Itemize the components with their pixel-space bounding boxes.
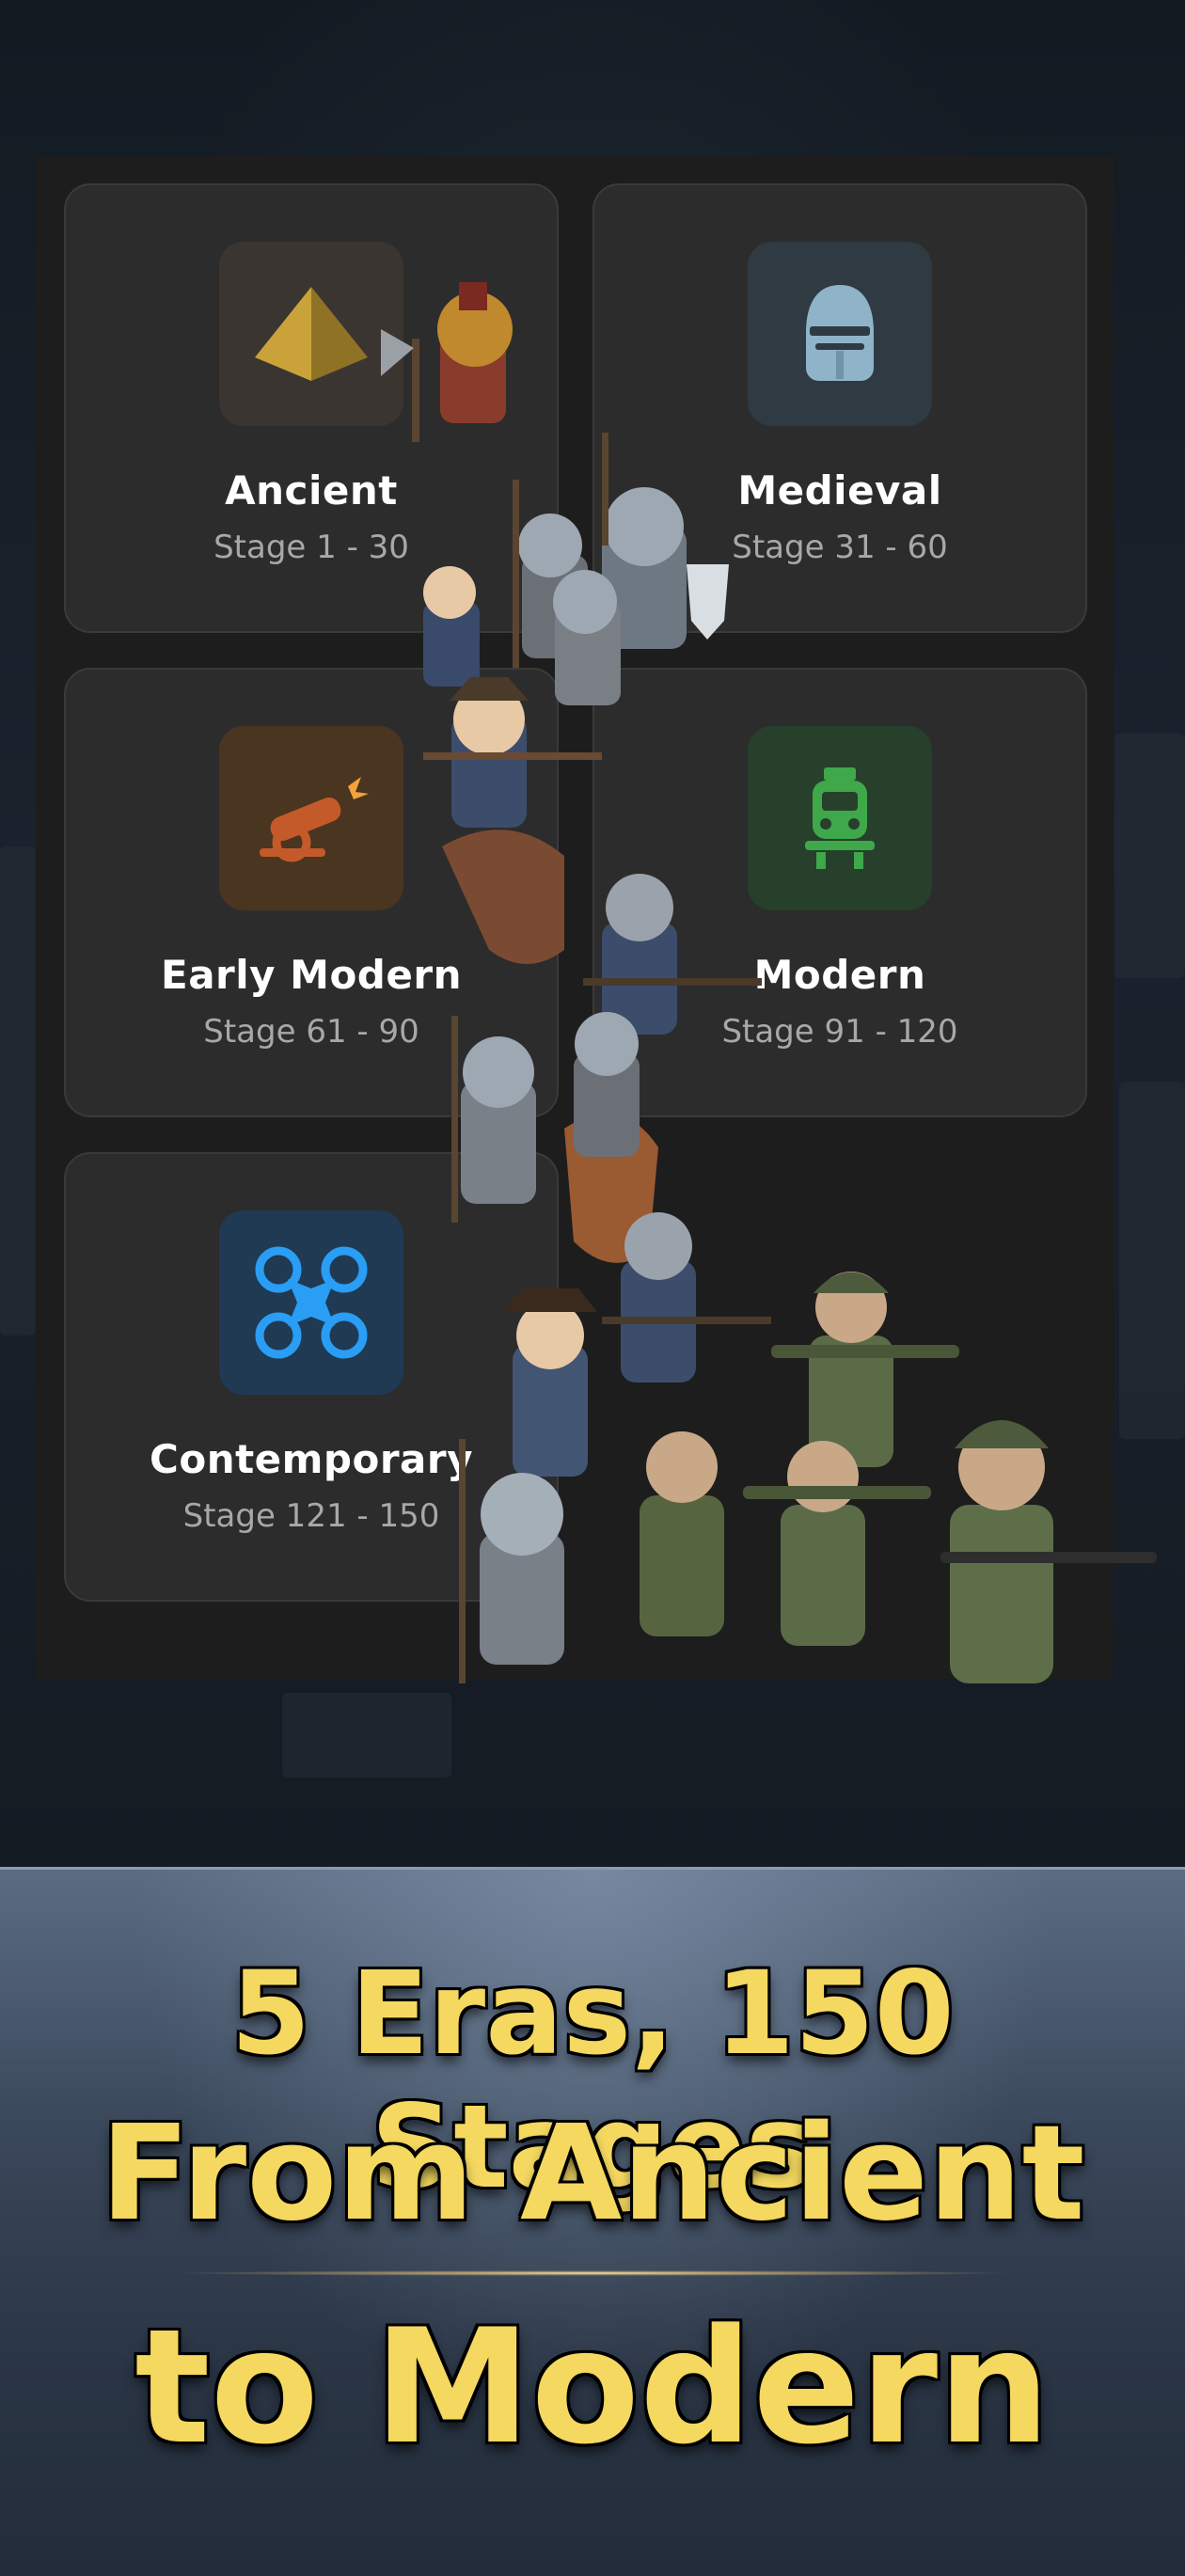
era-name: Modern (753, 952, 926, 998)
drone-icon (219, 1210, 403, 1395)
era-stage-range: Stage 61 - 90 (203, 1013, 419, 1051)
era-stage-range: Stage 31 - 60 (732, 529, 948, 566)
era-card-ancient[interactable]: Ancient Stage 1 - 30 (64, 183, 559, 633)
era-card-contemporary[interactable]: Contemporary Stage 121 - 150 (64, 1152, 559, 1602)
era-card-early-modern[interactable]: Early Modern Stage 61 - 90 (64, 668, 559, 1117)
era-card-medieval[interactable]: Medieval Stage 31 - 60 (592, 183, 1087, 633)
promo-headline-line3: to Modern (134, 2295, 1051, 2479)
era-stage-range: Stage 91 - 120 (721, 1013, 958, 1051)
era-name: Contemporary (150, 1436, 473, 1482)
era-stage-range: Stage 1 - 30 (213, 529, 409, 566)
decorative-glow-divider (169, 2270, 1016, 2276)
era-name: Early Modern (161, 952, 462, 998)
era-stage-range: Stage 121 - 150 (182, 1497, 440, 1535)
pyramid-icon (219, 242, 403, 426)
promo-headline-line2: From Ancient (100, 2097, 1085, 2251)
era-selection-panel: Ancient Stage 1 - 30 Medieval Stage 31 -… (36, 155, 1114, 1679)
era-name: Medieval (737, 467, 942, 514)
knight-helmet-icon (748, 242, 932, 426)
era-name: Ancient (225, 467, 398, 514)
locomotive-icon (748, 726, 932, 910)
cannon-icon (219, 726, 403, 910)
era-card-modern[interactable]: Modern Stage 91 - 120 (592, 668, 1087, 1117)
